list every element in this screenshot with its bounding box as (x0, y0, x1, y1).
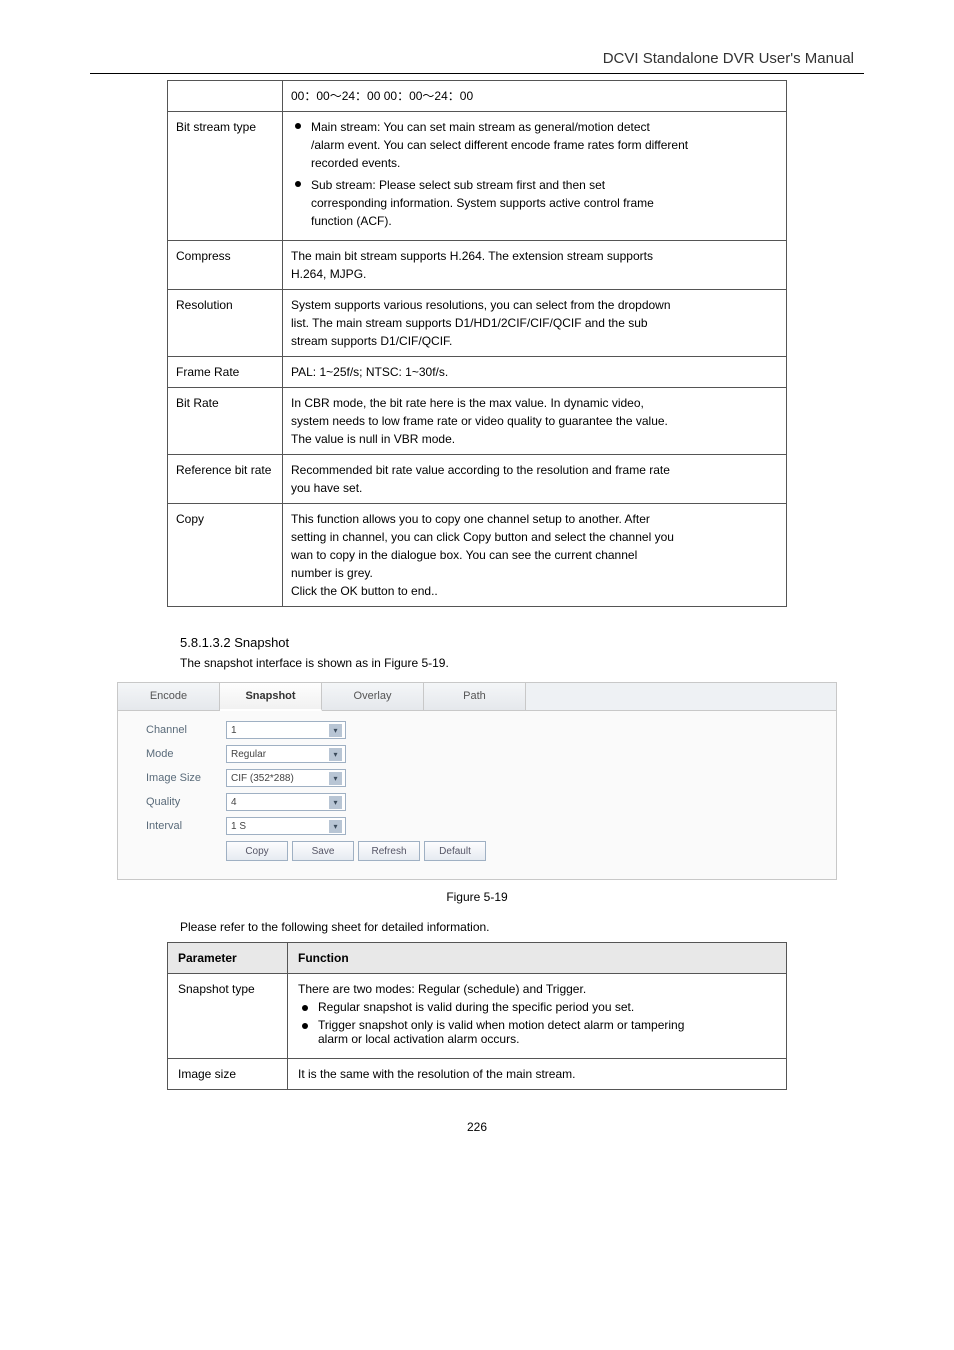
bullet-text: Trigger snapshot only is valid when moti… (318, 1018, 684, 1046)
text: 00：00～24：00 00：00～24：00 (291, 89, 473, 103)
default-button[interactable]: Default (424, 841, 486, 861)
chevron-down-icon: ▾ (329, 748, 342, 761)
reference-text: Please refer to the following sheet for … (180, 920, 864, 934)
label-channel: Channel (146, 724, 226, 736)
header-divider (90, 73, 864, 74)
section-heading: 5.8.1.3.2 Snapshot (180, 635, 864, 650)
table-cell: System supports various resolutions, you… (283, 290, 787, 357)
table-cell: Reference bit rate (168, 455, 283, 504)
tab-path[interactable]: Path (424, 683, 526, 710)
table-cell: Copy (168, 504, 283, 607)
page-number: 226 (90, 1120, 864, 1134)
table-cell: Bit Rate (168, 388, 283, 455)
tab-bar: Encode Snapshot Overlay Path (118, 683, 836, 711)
table-cell: 00：00～24：00 00：00～24：00 (283, 81, 787, 112)
tab-encode[interactable]: Encode (118, 683, 220, 710)
bullet-icon (295, 123, 301, 129)
table-header: Parameter (168, 943, 288, 974)
table-header: Function (288, 943, 787, 974)
table-cell: There are two modes: Regular (schedule) … (288, 974, 787, 1059)
figure-caption: Figure 5-19 (90, 890, 864, 904)
save-button[interactable]: Save (292, 841, 354, 861)
body-text: The snapshot interface is shown as in Fi… (180, 656, 864, 670)
table-cell: PAL: 1~25f/s; NTSC: 1~30f/s. (283, 357, 787, 388)
parameter-table-2: Parameter Function Snapshot type There a… (167, 942, 787, 1090)
table-cell: Snapshot type (168, 974, 288, 1059)
parameter-table-1: 00：00～24：00 00：00～24：00 Bit stream type … (167, 80, 787, 607)
bullet-text: Regular snapshot is valid during the spe… (318, 1000, 634, 1014)
doc-title: DCVI Standalone DVR User's Manual (90, 50, 864, 67)
select-value: 1 (231, 725, 237, 736)
tab-overlay[interactable]: Overlay (322, 683, 424, 710)
bullet-icon (302, 1005, 308, 1011)
select-quality[interactable]: 4 ▾ (226, 793, 346, 811)
chevron-down-icon: ▾ (329, 796, 342, 809)
select-channel[interactable]: 1 ▾ (226, 721, 346, 739)
chevron-down-icon: ▾ (329, 772, 342, 785)
bullet-text: Sub stream: Please select sub stream fir… (311, 176, 654, 230)
chevron-down-icon: ▾ (329, 820, 342, 833)
table-cell: In CBR mode, the bit rate here is the ma… (283, 388, 787, 455)
bullet-icon (302, 1023, 308, 1029)
table-cell: Recommended bit rate value according to … (283, 455, 787, 504)
label-mode: Mode (146, 748, 226, 760)
bullet-icon (295, 181, 301, 187)
tab-snapshot[interactable]: Snapshot (220, 683, 322, 711)
table-cell: Resolution (168, 290, 283, 357)
table-cell: The main bit stream supports H.264. The … (283, 241, 787, 290)
select-value: CIF (352*288) (231, 773, 294, 784)
refresh-button[interactable]: Refresh (358, 841, 420, 861)
copy-button[interactable]: Copy (226, 841, 288, 861)
label-image-size: Image Size (146, 772, 226, 784)
table-cell: Image size (168, 1059, 288, 1090)
select-image-size[interactable]: CIF (352*288) ▾ (226, 769, 346, 787)
table-cell: This function allows you to copy one cha… (283, 504, 787, 607)
screenshot-snapshot-settings: Encode Snapshot Overlay Path Channel 1 ▾… (117, 682, 837, 880)
label-interval: Interval (146, 820, 226, 832)
table-cell: Compress (168, 241, 283, 290)
table-cell: Frame Rate (168, 357, 283, 388)
select-mode[interactable]: Regular ▾ (226, 745, 346, 763)
table-cell: It is the same with the resolution of th… (288, 1059, 787, 1090)
table-cell: Bit stream type (168, 112, 283, 241)
select-value: 4 (231, 797, 237, 808)
table-cell: Main stream: You can set main stream as … (283, 112, 787, 241)
label-quality: Quality (146, 796, 226, 808)
select-value: Regular (231, 749, 266, 760)
chevron-down-icon: ▾ (329, 724, 342, 737)
select-value: 1 S (231, 821, 246, 832)
select-interval[interactable]: 1 S ▾ (226, 817, 346, 835)
bullet-text: Main stream: You can set main stream as … (311, 118, 688, 172)
table-cell (168, 81, 283, 112)
